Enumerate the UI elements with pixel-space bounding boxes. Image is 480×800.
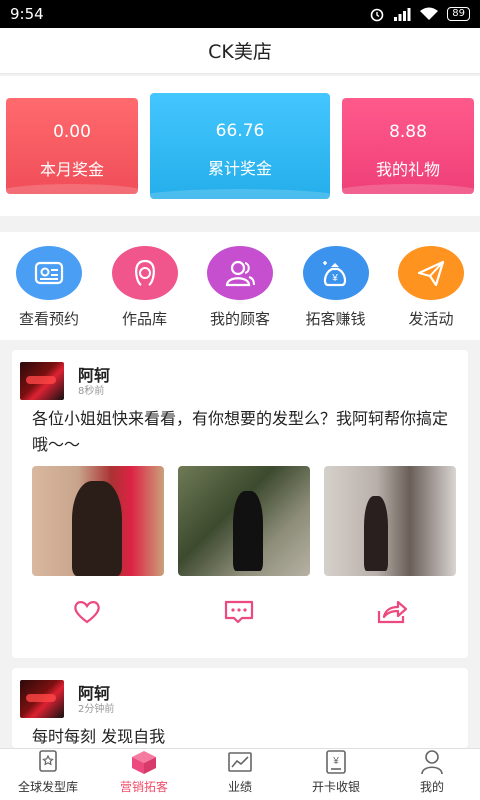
feed-post: 阿轲 8秒前 各位小姐姐快来看看，有你想要的发型么？我阿轲帮你搞定哦～～: [12, 350, 468, 658]
post-time: 8秒前: [78, 386, 105, 397]
tab-label: 营销拓客: [119, 780, 168, 794]
tab-hairstyle-library[interactable]: 全球发型库: [0, 749, 96, 800]
id-card-icon: [16, 246, 82, 300]
menu-label: 拓客赚钱: [305, 310, 366, 328]
menu-item-appointments[interactable]: 查看预约: [2, 232, 96, 340]
post-text: 每时每刻 发现自我: [32, 727, 166, 746]
tab-marketing[interactable]: 营销拓客: [96, 749, 192, 800]
cashier-icon: ¥: [326, 750, 346, 774]
photo-figure: [364, 496, 388, 571]
chart-icon: [228, 752, 252, 772]
my-gifts-card[interactable]: 8.88 我的礼物: [342, 98, 474, 194]
monthly-bonus-label: 本月奖金: [39, 160, 104, 179]
photo-figure: [72, 481, 122, 576]
gift-box-icon: [132, 751, 156, 774]
comment-icon[interactable]: [223, 599, 255, 625]
status-bar: 9:54 89: [0, 0, 480, 28]
post-photos: [32, 466, 456, 576]
users-icon: [207, 246, 273, 300]
menu-label: 发活动: [408, 310, 454, 328]
total-bonus-label: 累计奖金: [207, 159, 272, 178]
post-actions: [12, 590, 468, 634]
bottom-tab-bar: 全球发型库 营销拓客 业绩 ¥ 开卡收银 我的: [0, 748, 480, 800]
tab-cashier[interactable]: ¥ 开卡收银: [288, 749, 384, 800]
card-wave-decoration: [150, 189, 330, 199]
svg-text:¥: ¥: [332, 756, 339, 767]
tab-label: 开卡收银: [311, 780, 360, 794]
feed-post: 阿轲 2分钟前 每时每刻 发现自我: [12, 668, 468, 748]
tab-label: 业绩: [227, 780, 252, 794]
monthly-bonus-value: 0.00: [53, 122, 91, 142]
total-bonus-value: 66.76: [215, 121, 265, 141]
post-photo[interactable]: [324, 466, 456, 576]
stats-panel: 0.00 本月奖金 66.76 累计奖金 8.88 我的礼物: [0, 76, 480, 216]
quick-menu: 查看预约 作品库 我的顾客 ¥ 拓客赚钱 发活动: [0, 232, 480, 340]
photo-figure: [233, 491, 263, 571]
tab-label: 我的: [419, 780, 444, 794]
tab-performance[interactable]: 业绩: [192, 749, 288, 800]
money-bag-icon: ¥: [302, 246, 369, 300]
battery-level: 89: [447, 7, 470, 21]
hairstyle-icon: [111, 246, 178, 300]
menu-item-customers[interactable]: 我的顾客: [193, 232, 287, 340]
wifi-icon: [420, 7, 439, 20]
signal-icon: [394, 8, 411, 21]
menu-label: 我的顾客: [209, 310, 270, 328]
profile-icon: [421, 750, 443, 775]
share-icon[interactable]: [376, 599, 408, 625]
menu-label: 作品库: [121, 310, 167, 328]
avatar[interactable]: [20, 362, 64, 400]
post-photo[interactable]: [178, 466, 310, 576]
my-gifts-label: 我的礼物: [375, 160, 440, 179]
avatar[interactable]: [20, 680, 64, 718]
tab-label: 全球发型库: [17, 780, 78, 794]
card-wave-decoration: [342, 184, 474, 194]
svg-text:¥: ¥: [331, 273, 338, 284]
my-gifts-value: 8.88: [389, 122, 427, 142]
post-text: 各位小姐姐快来看看，有你想要的发型么？我阿轲帮你搞定哦～～: [32, 409, 449, 454]
menu-item-earn[interactable]: ¥ 拓客赚钱: [289, 232, 383, 340]
menu-label: 查看预约: [18, 310, 79, 328]
status-time: 9:54: [10, 5, 44, 23]
post-photo[interactable]: [32, 466, 164, 576]
total-bonus-card[interactable]: 66.76 累计奖金: [150, 93, 330, 199]
like-icon[interactable]: [72, 599, 102, 625]
menu-item-activity[interactable]: 发活动: [384, 232, 478, 340]
hairstyle-library-icon: [39, 750, 57, 772]
page-title: CK美店: [0, 28, 480, 74]
paper-plane-icon: [398, 246, 464, 300]
tab-profile[interactable]: 我的: [384, 749, 480, 800]
menu-item-works[interactable]: 作品库: [98, 232, 192, 340]
post-time: 2分钟前: [78, 704, 115, 715]
card-wave-decoration: [6, 184, 138, 194]
alarm-icon: [370, 8, 384, 22]
monthly-bonus-card[interactable]: 0.00 本月奖金: [6, 98, 138, 194]
